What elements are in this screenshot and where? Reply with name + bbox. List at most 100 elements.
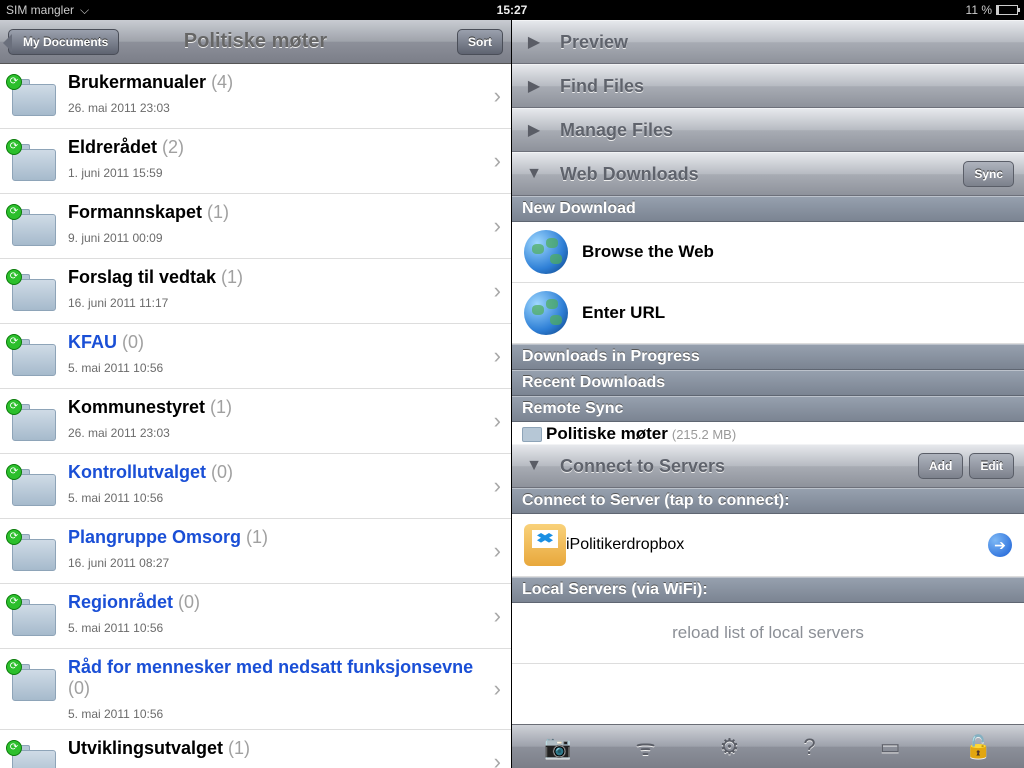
sync-badge-icon: ⟳ bbox=[6, 74, 22, 90]
sync-badge-icon: ⟳ bbox=[6, 399, 22, 415]
folder-name: Utviklingsutvalget (1) bbox=[68, 738, 494, 759]
add-button[interactable]: Add bbox=[918, 453, 963, 479]
sync-folder-name: Politiske møter bbox=[546, 424, 668, 444]
wifi-icon[interactable]: ᯤ bbox=[635, 732, 655, 762]
section-label: Manage Files bbox=[560, 120, 1014, 141]
chevron-right-icon: › bbox=[494, 749, 501, 768]
folder-date: 9. juni 2011 00:09 bbox=[68, 231, 494, 245]
chevron-right-icon: › bbox=[494, 148, 501, 174]
display-icon[interactable]: ▭ bbox=[880, 734, 901, 760]
folder-icon: ⟳ bbox=[6, 659, 60, 705]
detail-arrow-icon[interactable]: ➔ bbox=[988, 533, 1012, 557]
folder-icon: ⟳ bbox=[6, 269, 60, 315]
folder-name: Plangruppe Omsorg (1) bbox=[68, 527, 494, 548]
folder-row[interactable]: ⟳Formannskapet (1)9. juni 2011 00:09› bbox=[0, 194, 511, 259]
folder-row[interactable]: ⟳ Forslag til vedtak (1) 16. juni 2011 11:… bbox=[0, 259, 511, 324]
folder-name: Eldrerådet (2) bbox=[68, 137, 494, 158]
carrier-label: SIM mangler bbox=[6, 3, 74, 17]
sync-badge-icon: ⟳ bbox=[6, 529, 22, 545]
folder-count: (1) bbox=[246, 527, 268, 547]
folder-row[interactable]: ⟳Eldrerådet (2)1. juni 2011 15:59› bbox=[0, 129, 511, 194]
bottom-toolbar: 📷 ᯤ ⚙ ? ▭ 🔓 bbox=[512, 724, 1024, 768]
folder-row[interactable]: ⟳Kommunestyret (1)26. mai 2011 23:03› bbox=[0, 389, 511, 454]
section-web-downloads[interactable]: ▼ Web Downloads Sync bbox=[512, 152, 1024, 196]
sync-badge-icon: ⟳ bbox=[6, 594, 22, 610]
folder-count: (1) bbox=[210, 397, 232, 417]
folder-row[interactable]: ⟳ Utviklingsutvalget (1)› bbox=[0, 730, 511, 768]
chevron-right-icon: › bbox=[494, 676, 501, 702]
folder-date: 16. juni 2011 11:17 bbox=[68, 296, 494, 310]
row-label: Browse the Web bbox=[582, 242, 714, 262]
row-label: Enter URL bbox=[582, 303, 665, 323]
folder-name: Forslag til vedtak (1) bbox=[68, 267, 494, 288]
subheader-remote-sync: Remote Sync bbox=[512, 396, 1024, 422]
folder-date: 5. mai 2011 10:56 bbox=[68, 621, 494, 635]
folder-icon: ⟳ bbox=[6, 399, 60, 445]
sync-badge-icon: ⟳ bbox=[6, 659, 22, 675]
sync-badge-icon: ⟳ bbox=[6, 740, 22, 756]
folder-icon: ⟳ bbox=[6, 74, 60, 120]
folder-row[interactable]: ⟳Regionrådet (0)5. mai 2011 10:56› bbox=[0, 584, 511, 649]
sort-button[interactable]: Sort bbox=[457, 29, 503, 55]
folder-row[interactable]: ⟳Råd for mennesker med nedsatt funksjons… bbox=[0, 649, 511, 730]
folder-count: (4) bbox=[211, 72, 233, 92]
gear-icon[interactable]: ⚙ bbox=[720, 734, 740, 760]
folder-row[interactable]: ⟳Kontrollutvalget (0)5. mai 2011 10:56› bbox=[0, 454, 511, 519]
folder-count: (1) bbox=[207, 202, 229, 222]
lock-icon[interactable]: 🔓 bbox=[965, 734, 992, 760]
folder-date: 26. mai 2011 23:03 bbox=[68, 426, 494, 440]
folder-icon: ⟳ bbox=[6, 740, 60, 768]
chevron-right-icon: › bbox=[494, 408, 501, 434]
folder-icon bbox=[522, 427, 542, 442]
folder-date: 5. mai 2011 10:56 bbox=[68, 491, 494, 505]
folder-row[interactable]: ⟳Plangruppe Omsorg (1)16. juni 2011 08:2… bbox=[0, 519, 511, 584]
section-find-files[interactable]: ▶ Find Files bbox=[512, 64, 1024, 108]
section-manage-files[interactable]: ▶ Manage Files bbox=[512, 108, 1024, 152]
sync-badge-icon: ⟳ bbox=[6, 204, 22, 220]
folder-date: 26. mai 2011 23:03 bbox=[68, 101, 494, 115]
chevron-right-icon: ▶ bbox=[522, 76, 546, 96]
sync-button[interactable]: Sync bbox=[963, 161, 1014, 187]
edit-button[interactable]: Edit bbox=[969, 453, 1014, 479]
folder-date: 5. mai 2011 10:56 bbox=[68, 361, 494, 375]
subheader-recent-downloads: Recent Downloads bbox=[512, 370, 1024, 396]
filler bbox=[512, 664, 1024, 724]
battery-icon bbox=[996, 5, 1018, 15]
section-label: Preview bbox=[560, 32, 1014, 53]
folder-count: (2) bbox=[162, 137, 184, 157]
section-preview[interactable]: ▶ Preview bbox=[512, 20, 1024, 64]
battery-label: 11 % bbox=[966, 3, 992, 17]
folder-count: (0) bbox=[211, 462, 233, 482]
enter-url-row[interactable]: Enter URL bbox=[512, 283, 1024, 344]
reload-local-servers[interactable]: reload list of local servers bbox=[512, 603, 1024, 664]
server-name: iPolitikerdropbox bbox=[566, 536, 988, 554]
folder-name: KFAU (0) bbox=[68, 332, 494, 353]
section-label: Web Downloads bbox=[560, 164, 957, 185]
folder-icon: ⟳ bbox=[6, 464, 60, 510]
sync-badge-icon: ⟳ bbox=[6, 269, 22, 285]
chevron-right-icon: › bbox=[494, 83, 501, 109]
folder-icon: ⟳ bbox=[6, 594, 60, 640]
folder-row[interactable]: ⟳Brukermanualer (4)26. mai 2011 23:03› bbox=[0, 64, 511, 129]
browse-web-row[interactable]: Browse the Web bbox=[512, 222, 1024, 283]
sync-badge-icon: ⟳ bbox=[6, 334, 22, 350]
chevron-down-icon: ▼ bbox=[522, 165, 546, 183]
dropbox-icon bbox=[524, 524, 566, 566]
folder-name: Regionrådet (0) bbox=[68, 592, 494, 613]
help-icon[interactable]: ? bbox=[803, 734, 815, 760]
folder-list[interactable]: ⟳Brukermanualer (4)26. mai 2011 23:03›⟳E… bbox=[0, 64, 511, 768]
globe-icon bbox=[524, 291, 568, 335]
folder-count: (0) bbox=[122, 332, 144, 352]
remote-sync-folder-row[interactable]: Politiske møter (215.2 MB) bbox=[512, 422, 1024, 444]
server-row[interactable]: iPolitikerdropbox ➔ bbox=[512, 514, 1024, 577]
left-navbar: My Documents Politiske møter Sort bbox=[0, 20, 511, 64]
section-label: Connect to Servers bbox=[560, 456, 912, 477]
back-button[interactable]: My Documents bbox=[8, 29, 119, 55]
chevron-right-icon: › bbox=[494, 343, 501, 369]
folder-icon: ⟳ bbox=[6, 529, 60, 575]
camera-icon[interactable]: 📷 bbox=[544, 734, 571, 760]
folder-row[interactable]: ⟳ KFAU (0) 5. mai 2011 10:56› bbox=[0, 324, 511, 389]
section-connect-to-servers[interactable]: ▼ Connect to Servers Add Edit bbox=[512, 444, 1024, 488]
globe-icon bbox=[524, 230, 568, 274]
wifi-icon: ⌵ bbox=[80, 3, 89, 18]
